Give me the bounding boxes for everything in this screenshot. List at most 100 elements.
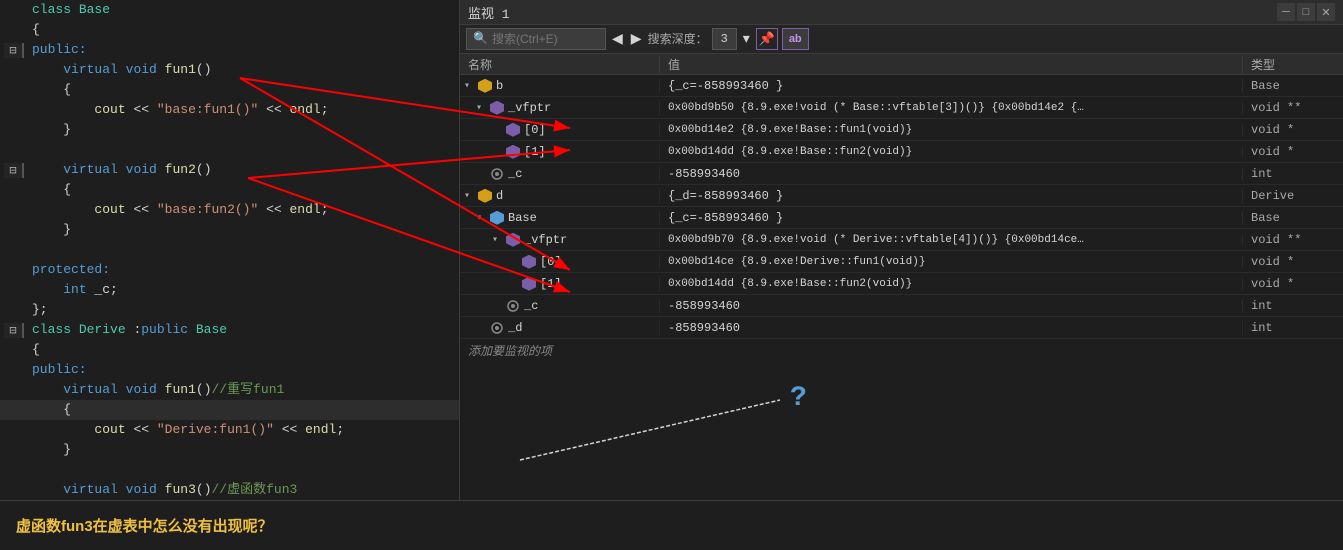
var-name: b [496,79,503,93]
var-type: void ** [1243,233,1343,247]
code-line: public: [0,360,459,380]
expand-icon: ▾ [464,80,476,92]
watch-row-d-c[interactable]: ▾ _c -858993460 int [460,295,1343,317]
code-line-highlighted: { [0,400,459,420]
watch-row-d-base[interactable]: ▾ Base {_c=-858993460 } Base [460,207,1343,229]
var-name: [0] [524,123,546,137]
var-type: void ** [1243,101,1343,115]
code-line: virtual void fun1()//重写fun1 [0,380,459,400]
watch-title-bar: 监视 1 ─ □ ✕ [460,0,1343,25]
watch-row-b-c[interactable]: ▾ _c -858993460 int [460,163,1343,185]
code-line: cout << "base:fun2()" << endl; [0,200,459,220]
code-line: virtual void fun3()//虚函数fun3 [0,480,459,500]
variable-icon [490,211,504,225]
watch-row-b[interactable]: ▾ b {_c=-858993460 } Base [460,75,1343,97]
var-name: _c [524,299,538,313]
watch-row-d-vfptr-0[interactable]: ▾ [0] 0x00bd14ce {8.9.exe!Derive::fun1(v… [460,251,1343,273]
watch-toolbar: 🔍 ◀ ▶ 搜索深度： 3 ▾ 📌 ab [460,25,1343,54]
variable-icon [478,189,492,203]
depth-value: 3 [712,28,737,50]
float-button[interactable]: □ [1297,3,1315,21]
code-line: virtual void fun1() [0,60,459,80]
code-line: cout << "Derive:fun1()" << endl; [0,420,459,440]
watch-row-d-vfptr-1[interactable]: ▾ [1] 0x00bd14dd {8.9.exe!Base::fun2(voi… [460,273,1343,295]
watch-row-d-vfptr[interactable]: ▾ _vfptr 0x00bd9b70 {8.9.exe!void (* Der… [460,229,1343,251]
watch-rows: ▾ b {_c=-858993460 } Base ▾ _vfptr 0x00b… [460,75,1343,500]
var-value: 0x00bd9b50 {8.9.exe!void (* Base::vftabl… [660,102,1243,114]
var-value: 0x00bd14ce {8.9.exe!Derive::fun1(void)} [660,256,1243,268]
pin-button[interactable]: 📌 [756,28,778,50]
code-line: { [0,80,459,100]
variable-icon [522,277,536,291]
var-type: int [1243,321,1343,335]
var-type: int [1243,167,1343,181]
search-input[interactable] [492,32,592,46]
minimize-button[interactable]: ─ [1277,3,1295,21]
var-value: 0x00bd14e2 {8.9.exe!Base::fun1(void)} [660,124,1243,136]
var-value: {_d=-858993460 } [660,189,1243,203]
code-line [0,460,459,480]
code-line: ⊟ class Derive :public Base [0,320,459,340]
watch-row-b-vfptr[interactable]: ▾ _vfptr 0x00bd9b50 {8.9.exe!void (* Bas… [460,97,1343,119]
bottom-question: 虚函数fun3在虚表中怎么没有出现呢？ [16,515,273,536]
code-line: int _c; [0,280,459,300]
expand-icon: ▾ [492,234,504,246]
search-back-button[interactable]: ◀ [610,28,625,50]
var-name: _vfptr [508,101,551,115]
word-match-button[interactable]: ab [782,28,809,50]
watch-row-d-d[interactable]: ▾ _d -858993460 int [460,317,1343,339]
depth-dropdown-button[interactable]: ▾ [741,28,752,50]
var-value: 0x00bd9b70 {8.9.exe!void (* Derive::vfta… [660,234,1243,246]
var-value: {_c=-858993460 } [660,79,1243,93]
close-button[interactable]: ✕ [1317,3,1335,21]
var-value: 0x00bd14dd {8.9.exe!Base::fun2(void)} [660,278,1243,290]
variable-icon [478,79,492,93]
var-type: void * [1243,123,1343,137]
settings-icon [506,299,520,313]
var-name: [0] [540,255,562,269]
variable-icon [506,233,520,247]
code-line [0,140,459,160]
code-line: cout << "base:fun1()" << endl; [0,100,459,120]
watch-row-d[interactable]: ▾ d {_d=-858993460 } Derive [460,185,1343,207]
expand-icon: ▾ [476,212,488,224]
var-name: d [496,189,503,203]
watch-row-b-vfptr-0[interactable]: ▾ [0] 0x00bd14e2 {8.9.exe!Base::fun1(voi… [460,119,1343,141]
code-line: { [0,20,459,40]
var-value: -858993460 [660,321,1243,335]
search-box[interactable]: 🔍 [466,28,606,50]
var-type: void * [1243,255,1343,269]
settings-icon [490,321,504,335]
watch-panel-title: 监视 1 [468,3,510,22]
var-value: -858993460 [660,299,1243,313]
code-line: } [0,120,459,140]
bottom-bar: 虚函数fun3在虚表中怎么没有出现呢？ [0,500,1343,550]
code-line: ⊟ virtual void fun2() [0,160,459,180]
var-type: Derive [1243,189,1343,203]
depth-label: 搜索深度： [648,30,708,47]
add-watch-row[interactable]: 添加要监视的项 [460,339,1343,361]
code-editor-panel: class Base { ⊟ public: virtual void fun1… [0,0,460,500]
search-icon: 🔍 [473,31,488,46]
var-name: [1] [540,277,562,291]
code-line: protected: [0,260,459,280]
var-type: void * [1243,145,1343,159]
col-header-type: 类型 [1243,56,1343,73]
code-line: { [0,340,459,360]
var-value: {_c=-858993460 } [660,211,1243,225]
code-line: class Base [0,0,459,20]
expand-icon: ▾ [476,102,488,114]
variable-icon [506,123,520,137]
watch-row-b-vfptr-1[interactable]: ▾ [1] 0x00bd14dd {8.9.exe!Base::fun2(voi… [460,141,1343,163]
var-type: int [1243,299,1343,313]
code-line: } [0,220,459,240]
watch-panel: 监视 1 ─ □ ✕ 🔍 ◀ ▶ 搜索深度： 3 ▾ 📌 ab 名称 值 [460,0,1343,500]
add-watch-label: 添加要监视的项 [468,342,552,359]
variable-icon [490,101,504,115]
watch-table-header: 名称 值 类型 [460,54,1343,76]
var-name: _c [508,167,522,181]
search-forward-button[interactable]: ▶ [629,28,644,50]
var-type: Base [1243,211,1343,225]
var-name: _vfptr [524,233,567,247]
var-name: [1] [524,145,546,159]
